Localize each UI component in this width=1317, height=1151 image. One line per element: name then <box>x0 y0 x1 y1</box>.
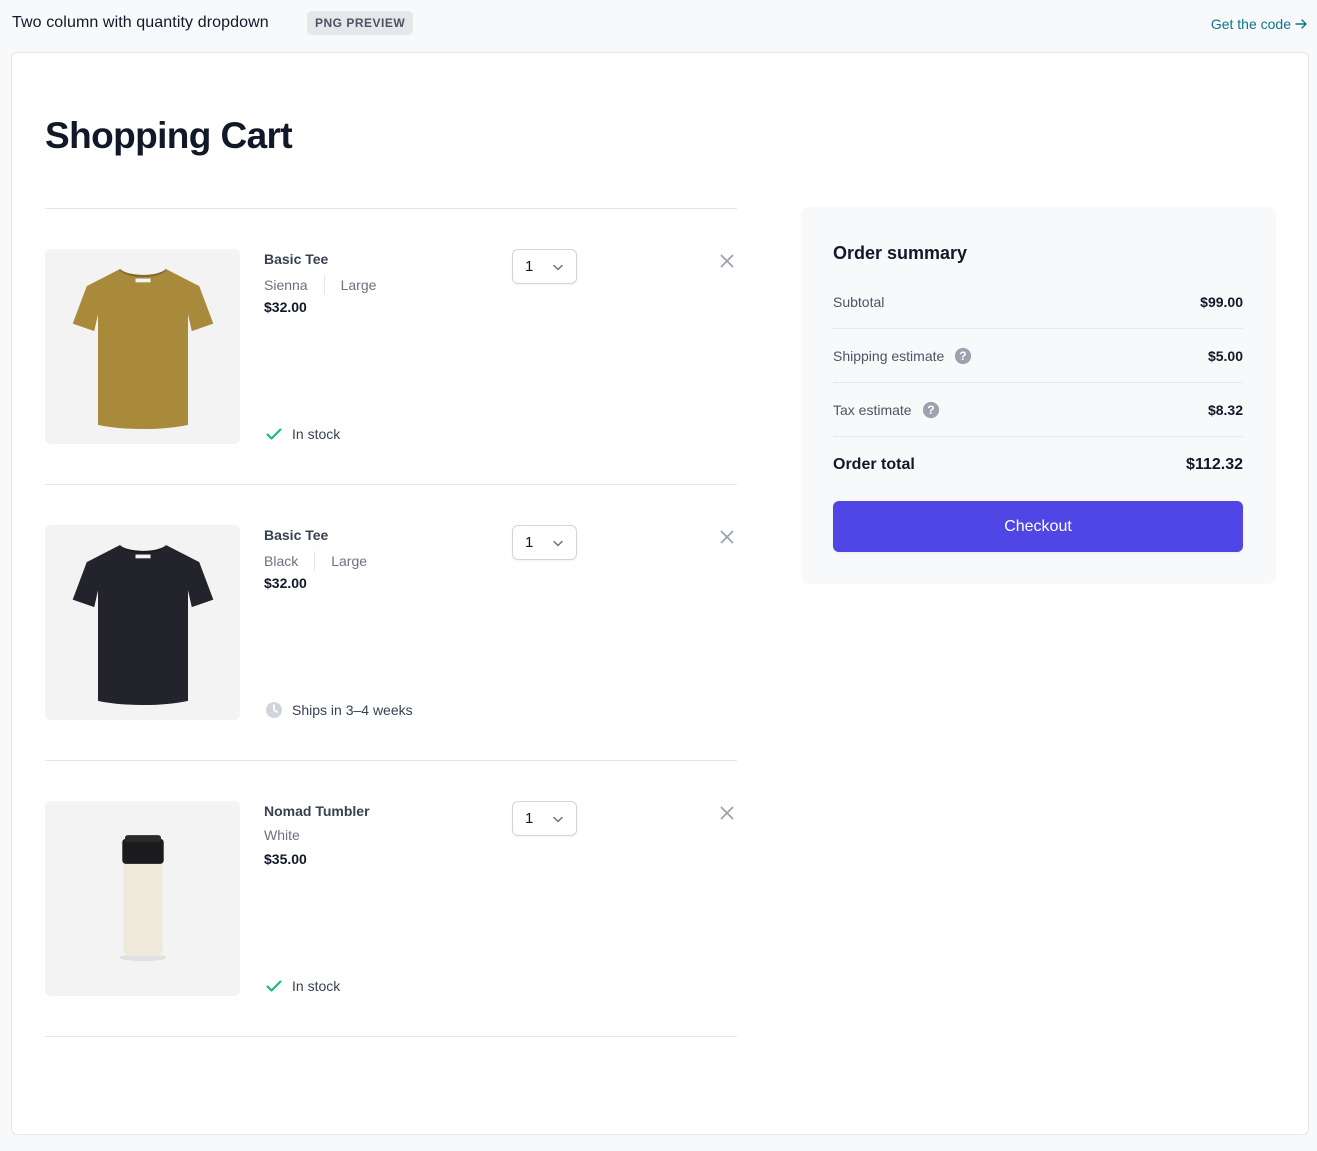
remove-item-button[interactable] <box>717 803 737 823</box>
quantity-value: 1 <box>525 534 534 551</box>
close-icon <box>720 254 734 268</box>
stock-status: Ships in 3–4 weeks <box>264 700 413 720</box>
preview-header: Two column with quantity dropdown PNG PR… <box>0 0 1317 48</box>
item-size: Large <box>340 277 377 293</box>
order-summary: Order summary Subtotal $99.00 Shipping e… <box>801 207 1276 584</box>
png-preview-badge: PNG PREVIEW <box>307 11 414 35</box>
product-meta: Sienna Large <box>264 275 376 295</box>
meta-separator <box>314 551 316 571</box>
quantity-dropdown[interactable]: 1 <box>512 801 577 836</box>
stock-status: In stock <box>264 424 340 444</box>
product-image[interactable] <box>45 525 240 720</box>
product-name[interactable]: Basic Tee <box>264 527 328 543</box>
question-circle-icon[interactable]: ? <box>922 401 940 419</box>
cart-item: Nomad Tumbler White $35.00 1 In stock <box>45 761 737 1037</box>
product-price: $32.00 <box>264 299 307 315</box>
stock-status: In stock <box>264 976 340 996</box>
tax-label: Tax estimate <box>833 401 912 418</box>
order-summary-title: Order summary <box>833 243 968 263</box>
subtotal-value: $99.00 <box>1200 293 1243 310</box>
item-color: Sienna <box>264 277 308 293</box>
tax-value: $8.32 <box>1207 401 1243 418</box>
close-icon <box>720 530 734 544</box>
product-meta: White <box>264 827 300 843</box>
cart-item: Basic Tee Black Large $32.00 1 Ships in … <box>45 485 737 761</box>
quantity-value: 1 <box>525 810 534 827</box>
check-icon <box>266 428 282 440</box>
tax-label-group: Tax estimate ? <box>833 401 940 419</box>
stock-status-label: Ships in 3–4 weeks <box>292 702 413 718</box>
product-price: $32.00 <box>264 575 307 591</box>
shipping-label-group: Shipping estimate ? <box>833 347 972 365</box>
cart-item: Basic Tee Sienna Large $32.00 1 In stock <box>45 209 737 485</box>
close-icon <box>720 806 734 820</box>
shipping-value: $5.00 <box>1207 347 1243 364</box>
remove-item-button[interactable] <box>717 527 737 547</box>
subtotal-label: Subtotal <box>833 293 885 310</box>
product-image[interactable] <box>45 249 240 444</box>
product-image[interactable] <box>45 801 240 996</box>
clock-icon <box>266 702 282 718</box>
product-price: $35.00 <box>264 851 307 867</box>
chevron-down-icon <box>553 264 563 271</box>
item-size: Large <box>331 553 368 569</box>
checkout-button[interactable]: Checkout <box>833 501 1243 552</box>
chevron-down-icon <box>553 540 563 547</box>
question-circle-icon[interactable]: ? <box>954 347 972 365</box>
item-color: White <box>264 827 300 843</box>
order-total-value: $112.32 <box>1186 456 1243 473</box>
preview-title: Two column with quantity dropdown <box>12 14 269 31</box>
main-card: Shopping Cart Basic Tee Sienna Large $32… <box>11 52 1309 1135</box>
page-title: Shopping Cart <box>45 115 293 156</box>
check-icon <box>266 980 282 992</box>
get-code-label: Get the code <box>1210 16 1291 32</box>
chevron-down-icon <box>553 816 563 823</box>
shipping-label: Shipping estimate <box>833 347 945 364</box>
subtotal-row: Subtotal $99.00 <box>833 275 1243 329</box>
tax-row: Tax estimate ? $8.32 <box>833 383 1243 437</box>
quantity-dropdown[interactable]: 1 <box>512 249 577 284</box>
order-total-row: Order total $112.32 <box>833 438 1243 492</box>
quantity-value: 1 <box>525 258 534 275</box>
stock-status-label: In stock <box>292 978 341 994</box>
product-name[interactable]: Basic Tee <box>264 251 328 267</box>
svg-text:?: ? <box>927 404 934 417</box>
product-name[interactable]: Nomad Tumbler <box>264 803 370 819</box>
quantity-dropdown[interactable]: 1 <box>512 525 577 560</box>
order-total-label: Order total <box>833 456 915 473</box>
arrow-right-icon <box>1295 19 1307 29</box>
svg-text:?: ? <box>960 350 967 363</box>
shipping-row: Shipping estimate ? $5.00 <box>833 329 1243 383</box>
stock-status-label: In stock <box>292 426 341 442</box>
meta-separator <box>323 275 325 295</box>
get-code-link[interactable]: Get the code <box>1211 16 1307 32</box>
product-meta: Black Large <box>264 551 367 571</box>
cart-items-list: Basic Tee Sienna Large $32.00 1 In stock <box>45 208 737 1037</box>
item-color: Black <box>264 553 299 569</box>
remove-item-button[interactable] <box>717 251 737 271</box>
